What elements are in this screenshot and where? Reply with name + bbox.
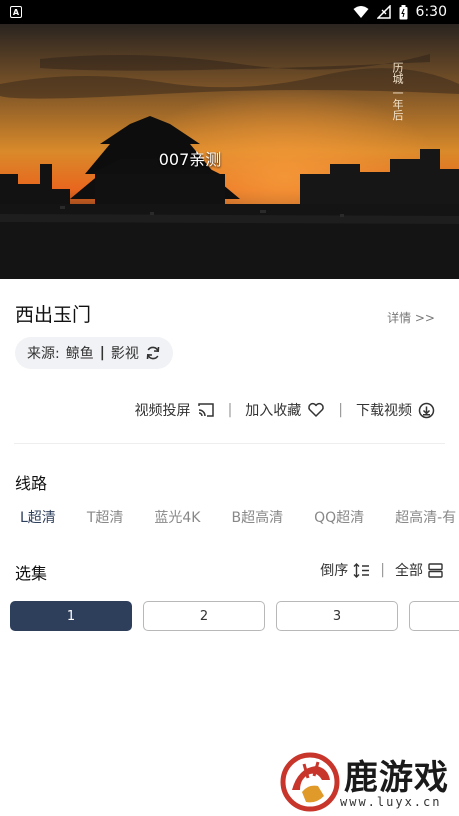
details-link[interactable]: 详情 >> [387, 309, 435, 326]
line-tab-b-chaogaoqing[interactable]: B超高清 [231, 507, 314, 531]
line-tab-l-chaoqing[interactable]: L超清 [20, 507, 87, 531]
video-title: 西出玉门 [15, 304, 92, 326]
notification-a-icon: A [10, 6, 22, 18]
tools-divider: | [380, 562, 385, 578]
action-divider-2: | [338, 402, 343, 418]
signal-icon [376, 5, 391, 19]
video-caption: 007亲测 [158, 150, 222, 169]
watermark-url: www.luyx.cn [340, 795, 442, 809]
status-left: A [10, 6, 22, 18]
line-tab-chaogaoqing-more[interactable]: 超高清-有 [395, 507, 459, 531]
source-name: 鲸鱼 [65, 346, 94, 362]
lines-title: 线路 [15, 474, 48, 493]
episodes-title: 选集 [15, 564, 48, 583]
status-time: 6:30 [415, 4, 447, 20]
site-watermark: 鹿游戏 www.luyx.cn [278, 748, 459, 816]
action-bar: 视频投屏 | 加入收藏 | 下载视频 [135, 400, 435, 420]
all-label: 全部 [395, 563, 423, 579]
line-tab-t-chaoqing[interactable]: T超清 [87, 507, 155, 531]
cast-button[interactable]: 视频投屏 [135, 400, 215, 420]
episode-tools: 倒序 | 全部 [320, 560, 443, 580]
line-tab-qq-chaoqing[interactable]: QQ超清 [314, 507, 395, 531]
video-player[interactable]: 007亲测 历城 一年后 [0, 24, 459, 279]
sort-button[interactable]: 倒序 [320, 560, 370, 580]
source-separator: | [99, 345, 105, 361]
source-label: 来源: [27, 346, 60, 362]
episode-button-1[interactable]: 1 [10, 601, 132, 631]
wifi-icon [353, 6, 369, 18]
grid-list-icon [428, 562, 443, 578]
refresh-icon [146, 346, 160, 360]
watermark-brand: 鹿游戏 [344, 758, 449, 798]
battery-icon [399, 4, 408, 19]
episode-list: 1 2 3 [10, 601, 459, 633]
source-type: 影视 [110, 346, 139, 362]
line-tab-bluray-4k[interactable]: 蓝光4K [154, 507, 231, 531]
sort-label: 倒序 [320, 563, 349, 579]
episode-button-3[interactable]: 3 [276, 601, 398, 631]
episode-button-4[interactable] [409, 601, 459, 631]
status-bar: A 6:30 [0, 0, 459, 24]
all-episodes-button[interactable]: 全部 [395, 560, 443, 580]
heart-icon [308, 402, 325, 417]
video-poem-text: 历城 一年后 [391, 62, 404, 121]
cast-label: 视频投屏 [134, 403, 191, 419]
status-right: 6:30 [353, 4, 447, 20]
sort-icon [353, 562, 370, 578]
action-divider-1: | [227, 402, 233, 418]
download-button[interactable]: 下载视频 [356, 400, 435, 420]
favorite-label: 加入收藏 [245, 403, 302, 419]
episode-button-2[interactable]: 2 [143, 601, 265, 631]
favorite-button[interactable]: 加入收藏 [245, 400, 325, 420]
source-selector[interactable]: 来源: 鲸鱼 | 影视 [15, 337, 173, 369]
download-icon [418, 402, 435, 418]
section-divider [14, 443, 445, 444]
deer-logo-icon [280, 752, 340, 812]
download-label: 下载视频 [356, 403, 412, 419]
line-tabs: L超清 T超清 蓝光4K B超高清 QQ超清 超高清-有 [20, 507, 459, 531]
cast-icon [197, 403, 214, 417]
